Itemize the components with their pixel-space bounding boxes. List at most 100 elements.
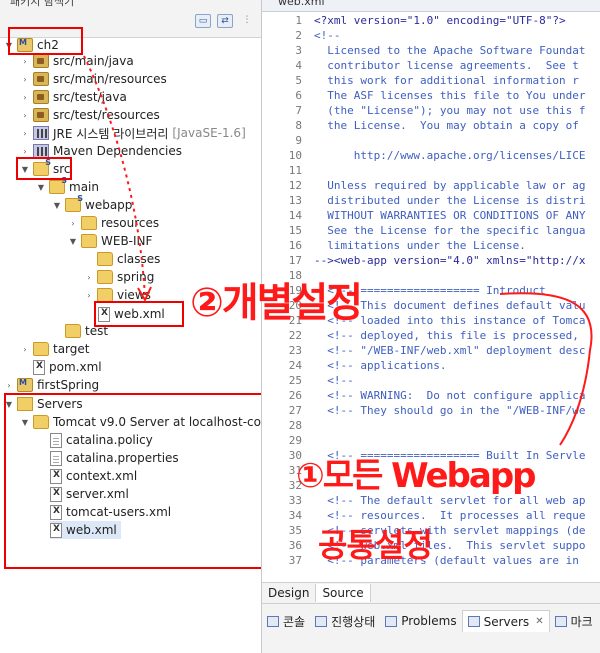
tab-markers[interactable]: 마크 [550,610,598,632]
expand-arrow-icon[interactable]: ▼ [52,201,62,210]
collapse-arrow-icon[interactable]: › [68,219,78,228]
tree-item-pom-xml[interactable]: pom.xml [20,358,102,376]
close-icon[interactable]: ✕ [535,616,543,627]
tree-item-tomcat-users-xml[interactable]: tomcat-users.xml [50,503,171,521]
editor-tab-title[interactable]: web.xml [278,0,325,8]
tree-item-label: catalina.properties [66,451,179,465]
collapse-arrow-icon[interactable]: › [20,75,30,84]
tree-item-label: Maven Dependencies [53,144,183,158]
folder-icon [33,415,49,429]
explorer-tab-title[interactable]: 패키지 탐색기 [10,0,74,9]
tree-item-src-main-resources[interactable]: › src/main/resources [20,70,167,88]
expand-arrow-icon[interactable]: ▼ [36,183,46,192]
line-number: 1 [295,14,302,27]
line-number: 25 [288,374,302,387]
tree-item-main[interactable]: ▼ main [36,176,99,196]
line-number: 16 [288,239,302,252]
editor-tab[interactable]: web.xml [262,0,600,12]
explorer-header: 패키지 탐색기 ▭ ⇄ ⋮ [0,0,261,38]
tree-item-resources[interactable]: › resources [68,214,159,232]
code-line: contributor license agreements. See t [314,59,579,72]
tree-item-spring[interactable]: › spring [84,268,154,286]
code-line: http://www.apache.org/licenses/LICE [314,149,586,162]
tree-item-firstspring[interactable]: › firstSpring [4,376,99,394]
tab-source[interactable]: Source [316,584,371,602]
collapse-arrow-icon[interactable]: › [20,93,30,102]
code-line: <!-- [314,29,341,42]
xml-file-icon [50,486,62,502]
tree-item-label: Servers [37,397,83,411]
source-folder-icon [33,90,49,104]
tree-item-jre-library[interactable]: › JRE 시스템 라이브러리 [JavaSE-1.6] [20,124,246,142]
tree-item-web-inf[interactable]: ▼ WEB-INF [68,232,152,250]
tree-item-classes[interactable]: classes [84,250,160,268]
tree-item-webapp[interactable]: ▼ webapp [52,194,132,214]
tree-item-server-web-xml[interactable]: web.xml [50,521,121,539]
tab-problems[interactable]: Problems [380,610,461,632]
folder-icon [33,158,51,176]
tree-item-test[interactable]: test [52,322,108,340]
tab-progress[interactable]: 진행상태 [310,610,380,632]
line-number: 7 [295,104,302,117]
collapse-arrow-icon[interactable]: › [20,345,30,354]
collapse-arrow-icon[interactable]: › [20,129,30,138]
collapse-arrow-icon[interactable]: › [84,291,94,300]
tree-item-label: src [53,162,71,176]
code-line: <!-- deployed, this file is processed, [314,329,579,342]
line-number: 34 [288,509,302,522]
tree-item-target[interactable]: › target [20,340,90,358]
folder-icon [33,342,49,356]
collapse-arrow-icon[interactable]: › [20,111,30,120]
tab-console[interactable]: 콘솔 [262,610,310,632]
code-line: --><web-app version="4.0" xmlns="http://… [314,254,586,267]
tree-item-label: src/test/resources [53,108,160,122]
line-number: 13 [288,194,302,207]
tree-item-context-xml[interactable]: context.xml [50,467,137,485]
tree-item-server-xml[interactable]: server.xml [50,485,129,503]
collapse-arrow-icon[interactable]: › [4,381,14,390]
folder-icon [97,270,113,284]
expand-arrow-icon[interactable]: ▼ [68,237,78,246]
collapse-arrow-icon[interactable]: › [84,273,94,282]
folder-icon [65,194,83,212]
tab-design[interactable]: Design [262,584,317,602]
code-line: The ASF licenses this file to You under [314,89,586,102]
expand-arrow-icon[interactable]: ▼ [20,165,30,174]
bottom-panel: 콘솔 진행상태 Problems Servers ✕ 마크 [262,603,600,653]
maven-project-icon [17,378,33,392]
code-line: Unless required by applicable law or ag [314,179,586,192]
line-number: 36 [288,539,302,552]
tree-item-servers[interactable]: ▼ Servers [4,395,83,413]
tree-item-label: classes [117,252,161,266]
line-number: 11 [288,164,302,177]
tree-item-catalina-properties[interactable]: catalina.properties [50,449,179,467]
tree-item-label: src/main/resources [53,72,167,86]
tree-item-catalina-policy[interactable]: catalina.policy [50,431,153,449]
tab-label: 마크 [570,614,593,629]
expand-arrow-icon[interactable]: ▼ [4,41,14,50]
tree-item-src-main-java[interactable]: › src/main/java [20,52,134,70]
link-with-editor-icon[interactable]: ⇄ [217,14,233,28]
annotation-common-setting-2: 공통설정 [318,526,433,564]
collapse-all-icon[interactable]: ▭ [195,14,211,28]
xml-file-icon [50,504,62,520]
explorer-toolbar: ▭ ⇄ ⋮ [195,14,255,28]
view-menu-icon[interactable]: ⋮ [239,14,255,28]
line-number: 24 [288,359,302,372]
tree-item-views[interactable]: › views [84,286,151,304]
tree-item-webapp-web-xml[interactable]: web.xml [98,305,165,323]
collapse-arrow-icon[interactable]: › [20,57,30,66]
collapse-arrow-icon[interactable]: › [20,147,30,156]
tree-item-src-test-resources[interactable]: › src/test/resources [20,106,160,124]
code-line: <?xml version="1.0" encoding="UTF-8"?> [314,14,566,27]
expand-arrow-icon[interactable]: ▼ [4,400,14,409]
expand-arrow-icon[interactable]: ▼ [20,418,30,427]
tree-item-tomcat-config[interactable]: ▼ Tomcat v9.0 Server at localhost-confi [20,413,261,431]
tree-item-label: JRE 시스템 라이브러리 [53,126,169,141]
line-number: 15 [288,224,302,237]
tree-item-src-test-java[interactable]: › src/test/java [20,88,127,106]
library-icon [33,126,49,140]
annotation-individual-setting: ②개별설정 [190,280,363,326]
folder-icon [97,252,113,266]
tab-servers[interactable]: Servers ✕ [461,610,550,632]
